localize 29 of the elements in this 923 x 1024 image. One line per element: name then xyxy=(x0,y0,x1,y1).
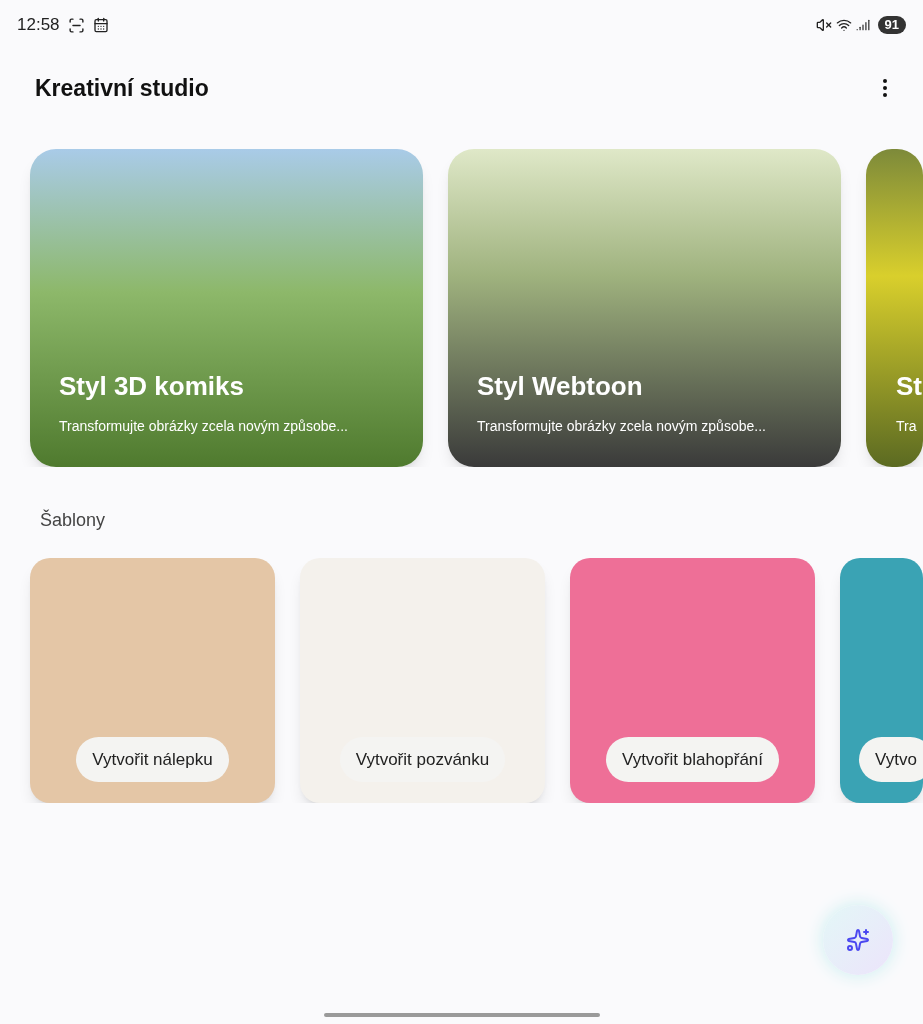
style-description: Transformujte obrázky zcela novým způsobe... xyxy=(59,417,349,436)
wifi-icon xyxy=(835,17,852,33)
mute-icon xyxy=(815,17,832,33)
sparkle-icon xyxy=(846,928,870,952)
style-title: St xyxy=(896,370,923,403)
template-label: Vytvo xyxy=(859,736,923,782)
ai-sparkle-button[interactable] xyxy=(823,905,893,975)
signal-icon xyxy=(855,18,870,32)
section-heading: Šablony xyxy=(39,508,107,532)
style-description: Tra xyxy=(896,417,918,436)
page-title: Kreativní studio xyxy=(35,73,209,103)
template-card[interactable]: Vytvořit blahopřání xyxy=(570,558,815,803)
style-card[interactable]: Styl 3D komiks Transformujte obrázky zcela novým způsobe... xyxy=(30,149,423,467)
style-description: Transformujte obrázky zcela novým způsobe... xyxy=(477,417,767,436)
template-label: Vytvořit nálepku xyxy=(76,736,229,782)
calendar-icon xyxy=(92,17,109,33)
style-card[interactable]: Styl Webtoon Transformujte obrázky zcela novým způsobe... xyxy=(448,149,841,467)
screenshot-icon xyxy=(67,16,85,34)
template-label: Vytvořit pozvánku xyxy=(339,736,506,782)
status-time: 12:58 xyxy=(17,14,60,37)
style-card[interactable]: St Tra xyxy=(866,149,923,467)
style-title: Styl 3D komiks xyxy=(59,370,245,403)
template-card[interactable]: Vytvořit nálepku xyxy=(30,558,275,803)
template-card[interactable]: Vytvo xyxy=(840,558,923,803)
battery-level: 91 xyxy=(877,16,906,34)
style-title: Styl Webtoon xyxy=(477,370,644,403)
template-card[interactable]: Vytvořit pozvánku xyxy=(300,558,545,803)
more-vertical-icon xyxy=(883,79,887,97)
template-label: Vytvořit blahopřání xyxy=(605,736,780,782)
